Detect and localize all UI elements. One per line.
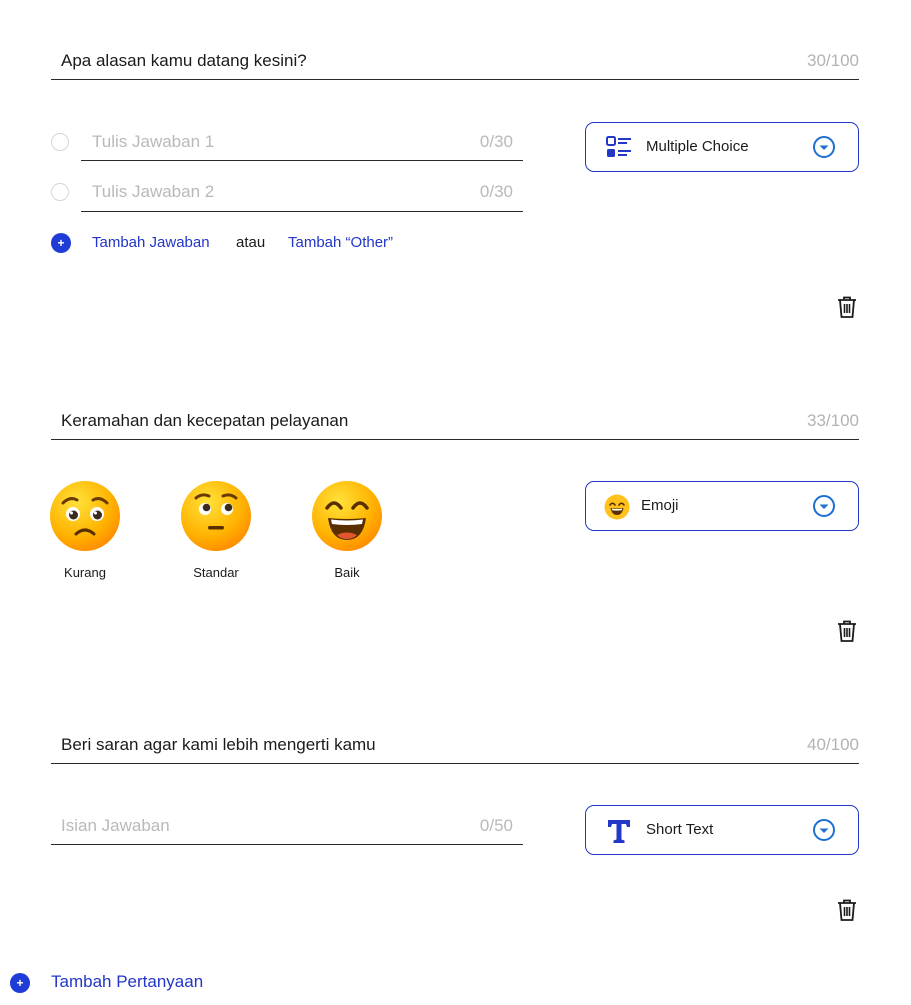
emoji-option-kurang[interactable]: Kurang <box>49 480 121 580</box>
text-icon <box>608 820 630 843</box>
emoji-label-kurang: Kurang <box>64 565 106 580</box>
neutral-face-icon <box>181 481 251 551</box>
short-answer-underline <box>51 844 523 845</box>
answer-1-char-count: 0/30 <box>479 132 513 151</box>
emoji-option-standar[interactable]: Standar <box>180 480 252 580</box>
add-answer-link[interactable]: Tambah Jawaban <box>92 234 210 251</box>
short-answer-input[interactable]: Isian Jawaban <box>61 816 170 836</box>
question-2-underline <box>51 439 859 440</box>
emoji-option-baik[interactable]: Baik <box>311 480 383 580</box>
multiple-choice-icon <box>606 136 631 157</box>
chevron-down-icon <box>813 136 835 158</box>
question-1-underline <box>51 79 859 80</box>
question-1-title[interactable]: Apa alasan kamu datang kesini? <box>61 51 307 71</box>
or-text: atau <box>236 234 266 251</box>
emoji-icon <box>604 494 630 520</box>
chevron-down-icon <box>813 495 835 517</box>
short-answer-char-count: 0/50 <box>479 816 513 835</box>
question-2-type-label: Emoji <box>641 497 679 514</box>
add-question-plus-icon[interactable]: + <box>10 973 30 993</box>
answer-1-underline <box>81 160 523 161</box>
question-3-title[interactable]: Beri saran agar kami lebih mengerti kamu <box>61 735 376 755</box>
question-3-type-select[interactable]: Short Text <box>585 805 859 855</box>
answer-1-radio[interactable] <box>51 133 69 151</box>
question-3-char-count: 40/100 <box>807 735 859 754</box>
add-answer-plus-icon[interactable]: + <box>51 233 71 253</box>
answer-2-char-count: 0/30 <box>479 182 513 201</box>
emoji-label-standar: Standar <box>193 565 239 580</box>
delete-question-2-trash-icon[interactable] <box>836 619 858 643</box>
answer-2-input[interactable]: Tulis Jawaban 2 <box>92 182 214 202</box>
delete-question-1-trash-icon[interactable] <box>836 295 858 319</box>
add-other-link[interactable]: Tambah “Other” <box>288 234 393 251</box>
answer-2-radio[interactable] <box>51 183 69 201</box>
question-1-char-count: 30/100 <box>807 51 859 70</box>
answer-1-input[interactable]: Tulis Jawaban 1 <box>92 132 214 152</box>
add-question-link[interactable]: Tambah Pertanyaan <box>51 972 203 992</box>
delete-question-3-trash-icon[interactable] <box>836 898 858 922</box>
chevron-down-icon <box>813 819 835 841</box>
emoji-label-baik: Baik <box>334 565 360 580</box>
pleading-face-icon <box>50 481 120 551</box>
question-1-type-label: Multiple Choice <box>646 138 749 155</box>
question-2-type-select[interactable]: Emoji <box>585 481 859 531</box>
question-1-type-select[interactable]: Multiple Choice <box>585 122 859 172</box>
question-2-title[interactable]: Keramahan dan kecepatan pelayanan <box>61 411 348 431</box>
grinning-face-icon <box>312 481 382 551</box>
question-2-char-count: 33/100 <box>807 411 859 430</box>
answer-2-underline <box>81 211 523 212</box>
question-3-underline <box>51 763 859 764</box>
question-3-type-label: Short Text <box>646 821 714 838</box>
